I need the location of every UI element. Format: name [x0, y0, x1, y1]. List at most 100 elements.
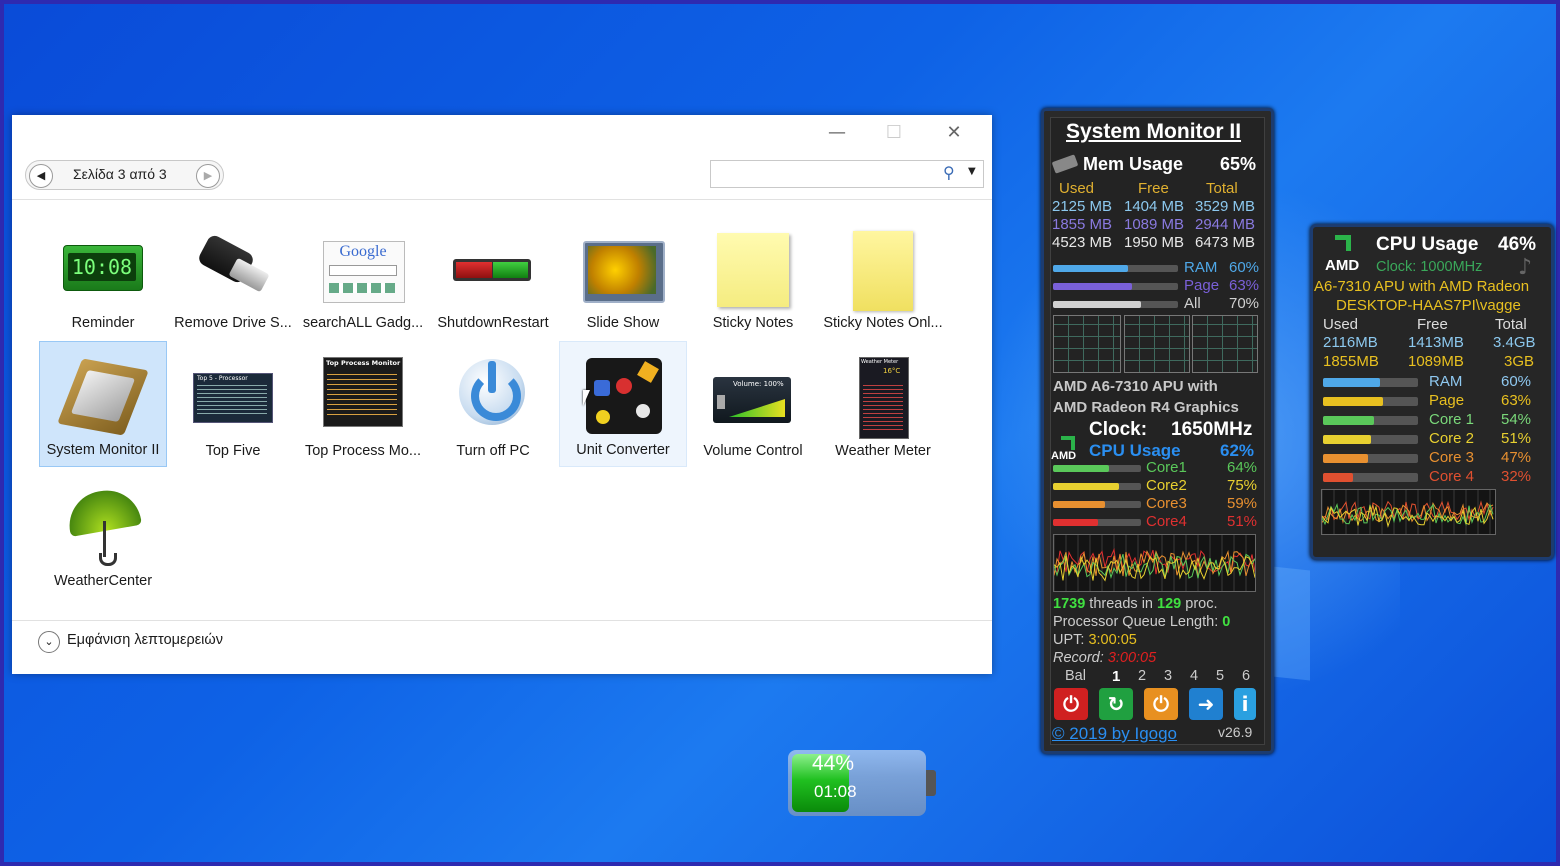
- close-button[interactable]: ✕: [934, 123, 974, 143]
- gadget-tile[interactable]: Sticky Notes Onl...: [819, 213, 947, 339]
- show-details-toggle[interactable]: ⌄ Εμφάνιση λεπτομερειών: [38, 631, 223, 653]
- page-indicator: Σελίδα 3 από 3: [73, 166, 167, 182]
- cpu-usage-title: CPU Usage: [1376, 234, 1479, 255]
- gadget-tile-selected[interactable]: System Monitor II: [39, 341, 167, 467]
- page-5-button[interactable]: 5: [1216, 668, 1224, 684]
- mem-bar-value: 70%: [1229, 295, 1260, 312]
- gadget-tile[interactable]: Top Process Monitor Top Process Mo...: [299, 341, 427, 467]
- page-2-button[interactable]: 2: [1138, 668, 1146, 684]
- amd-logo-icon: [1335, 235, 1351, 251]
- mem-bar-fill: [1053, 283, 1132, 290]
- gadget-tile[interactable]: Google searchALL Gadg...: [299, 213, 427, 339]
- battery-time: 01:08: [814, 782, 857, 801]
- gadget-label: Top Five: [205, 443, 261, 459]
- usage-bar-value: 54%: [1501, 411, 1532, 428]
- gadget-tile[interactable]: WeatherCenter: [39, 471, 167, 597]
- umbrella-icon: [63, 483, 143, 566]
- col-header-free: Free: [1417, 316, 1448, 333]
- gadget-tile[interactable]: Turn off PC: [429, 341, 557, 467]
- maximize-button[interactable]: ☐: [874, 123, 914, 143]
- queue-label: Processor Queue Length:: [1053, 614, 1219, 630]
- usage-bar-fill: [1323, 435, 1372, 444]
- gadget-tile[interactable]: Top 5 - Processor Top Five: [169, 341, 297, 467]
- usage-bar: [1323, 435, 1418, 444]
- page-3-button[interactable]: 3: [1164, 668, 1172, 684]
- gadget-tile[interactable]: Weather Meter 16°C Weather Meter: [819, 341, 947, 467]
- restart-icon[interactable]: ↻: [1099, 688, 1133, 720]
- amd-logo-text: AMD: [1051, 450, 1077, 462]
- cpu-history-lines: [1053, 535, 1256, 591]
- gadget-label: Sticky Notes: [712, 315, 794, 331]
- gadget-tile[interactable]: ShutdownRestart: [429, 213, 557, 339]
- mem-cell: 2116MB: [1323, 334, 1378, 351]
- mem-bar-fill: [1053, 265, 1128, 272]
- cpu-history-lines: [1321, 490, 1494, 534]
- system-monitor-title[interactable]: System Monitor II: [1066, 120, 1241, 144]
- music-note-icon[interactable]: ♪: [1518, 255, 1532, 280]
- minimize-button[interactable]: —: [817, 123, 857, 143]
- cpu-usage-gadget[interactable]: AMD CPU Usage 46% Clock: 1000MHz ♪ A6-73…: [1310, 224, 1554, 560]
- weather-meter-icon: Weather Meter 16°C: [843, 353, 923, 439]
- mem-usage-percent: 65%: [1220, 154, 1257, 174]
- proc-count: 129: [1157, 596, 1182, 612]
- gadget-label: Turn off PC: [456, 443, 530, 459]
- cpu-clock: Clock: 1000MHz: [1376, 259, 1483, 275]
- core-bar: [1053, 483, 1141, 490]
- cpu-history-graph: [1321, 489, 1496, 535]
- sleep-icon[interactable]: ⏻: [1144, 688, 1178, 720]
- cpu-chip-icon: [57, 354, 149, 436]
- upt-label: UPT:: [1053, 632, 1085, 648]
- battery-gadget[interactable]: 44% 01:08: [786, 748, 936, 820]
- gadget-tile[interactable]: Remove Drive S...: [169, 213, 297, 339]
- volume-icon: Volume: 100%: [713, 353, 793, 433]
- usage-bar: [1323, 454, 1418, 463]
- page-1-button[interactable]: 1: [1112, 668, 1120, 685]
- info-icon[interactable]: i: [1234, 688, 1256, 720]
- chevron-down-icon[interactable]: ⌄: [38, 631, 60, 653]
- chevron-down-icon[interactable]: ▼: [968, 166, 976, 177]
- copyright-link[interactable]: © 2019 by Igogo: [1052, 724, 1177, 744]
- cpu-usage-percent: 46%: [1498, 234, 1537, 255]
- queue-line: Processor Queue Length: 0: [1053, 614, 1230, 630]
- bal-label[interactable]: Bal: [1065, 668, 1086, 684]
- usage-bar-label: Core 3: [1429, 449, 1475, 466]
- system-monitor-gadget[interactable]: System Monitor II Mem Usage 65% Used Fre…: [1041, 108, 1274, 754]
- usage-bar-fill: [1323, 378, 1380, 387]
- usage-bar-value: 51%: [1501, 430, 1532, 447]
- cpu-name: A6-7310 APU with AMD Radeon: [1314, 278, 1530, 295]
- mem-bar: [1053, 265, 1178, 272]
- usage-bar-label: Core 1: [1429, 411, 1475, 428]
- core-label: Core2: [1146, 477, 1187, 494]
- gadget-tile[interactable]: Slide Show: [559, 213, 687, 339]
- core-label: Core3: [1146, 495, 1187, 512]
- usage-bar-label: Core 2: [1429, 430, 1475, 447]
- search-icon[interactable]: ⚲: [943, 163, 955, 182]
- mem-bar: [1053, 283, 1178, 290]
- shutdown-icon[interactable]: ⏻: [1054, 688, 1088, 720]
- gadget-label: Unit Converter: [576, 442, 670, 458]
- gadget-label: WeatherCenter: [53, 573, 153, 589]
- cpu-history-graph: [1053, 534, 1256, 592]
- next-page-button[interactable]: ▶: [196, 164, 220, 188]
- prev-page-button[interactable]: ◀: [29, 164, 53, 188]
- reminder-clock-icon: 10:08: [63, 225, 143, 305]
- page-4-button[interactable]: 4: [1190, 668, 1198, 684]
- core-bar: [1053, 519, 1141, 526]
- gadget-tile[interactable]: 10:08 Reminder: [39, 213, 167, 339]
- search-input[interactable]: [715, 164, 939, 184]
- gadget-tile-hovered[interactable]: Unit Converter: [559, 341, 687, 467]
- page-6-button[interactable]: 6: [1242, 668, 1250, 684]
- gadget-tile[interactable]: Sticky Notes: [689, 213, 817, 339]
- power-icon: [453, 353, 533, 433]
- usage-bar-fill: [1323, 397, 1383, 406]
- col-header-used: Used: [1323, 316, 1359, 333]
- mem-bar-fill: [1053, 301, 1141, 308]
- gadget-tile[interactable]: Volume: 100% Volume Control: [689, 341, 817, 467]
- usage-bar-fill: [1323, 416, 1375, 425]
- logoff-icon[interactable]: ➜: [1189, 688, 1223, 720]
- amd-logo-icon: [1061, 436, 1075, 450]
- version-label: v26.9: [1218, 724, 1253, 740]
- search-box[interactable]: ⚲ ▼: [710, 160, 984, 188]
- core-value: 64%: [1227, 459, 1258, 476]
- mem-bar-label: Page: [1184, 277, 1220, 294]
